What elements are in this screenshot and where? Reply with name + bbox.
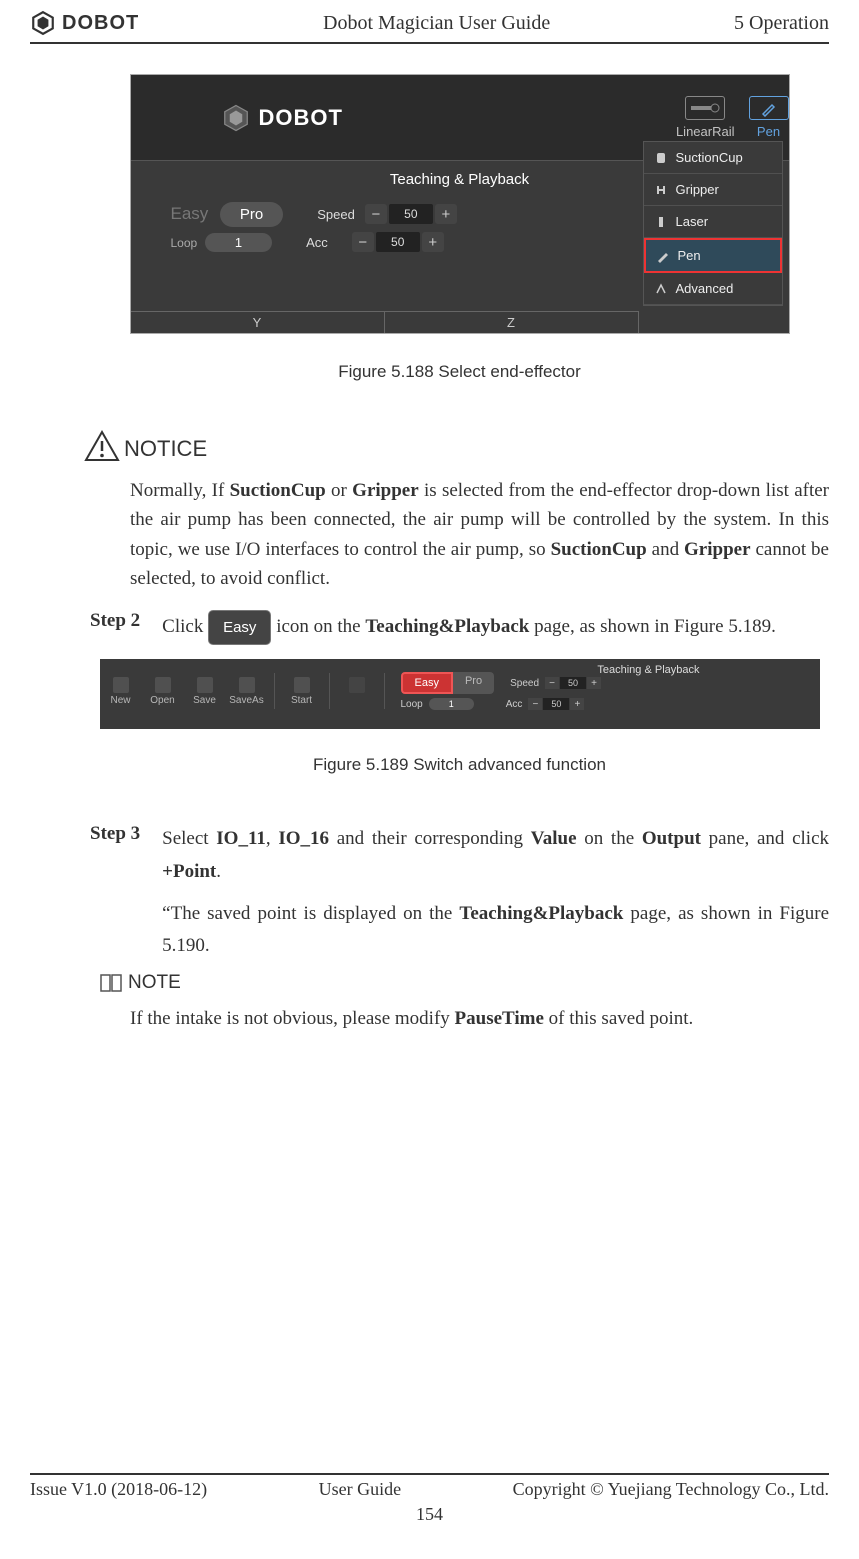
header-section: 5 Operation (734, 12, 829, 35)
loop-value[interactable]: 1 (205, 233, 272, 252)
brand-text: DOBOT (62, 12, 139, 35)
minus-icon[interactable]: − (365, 204, 387, 224)
axis-row: Y Z (131, 311, 639, 333)
header-title: Dobot Magician User Guide (323, 12, 550, 35)
hex-logo-icon (221, 103, 251, 133)
dobot-logo-icon (30, 10, 56, 36)
save-button[interactable]: Save (184, 677, 226, 706)
gripper-icon (654, 183, 668, 197)
dd-laser[interactable]: Laser (644, 206, 782, 238)
figure-screenshot-2: Teaching & Playback New Open Save SaveAs… (100, 659, 820, 729)
page-footer: Issue V1.0 (2018-06-12) User Guide Copyr… (30, 1473, 829, 1525)
plus-icon[interactable]: + (435, 204, 457, 224)
easy-label[interactable]: Easy (171, 204, 209, 223)
pen-icon (760, 99, 778, 117)
stop-button[interactable] (336, 677, 378, 706)
laser-icon (654, 215, 668, 229)
warning-icon (84, 430, 120, 462)
start-button[interactable]: Start (281, 677, 323, 706)
speed-stepper[interactable]: − 50 + (365, 204, 457, 224)
figure-caption-1: Figure 5.188 Select end-effector (90, 362, 829, 382)
figure-screenshot-1: DOBOT LinearRail Pen Teaching & Playback… (130, 74, 790, 334)
linear-rail-button[interactable]: LinearRail (676, 96, 735, 139)
pro-pill[interactable]: Pro (220, 202, 283, 227)
page-header: DOBOT Dobot Magician User Guide 5 Operat… (30, 0, 829, 44)
note-paragraph: If the intake is not obvious, please mod… (130, 1004, 829, 1033)
dd-gripper[interactable]: Gripper (644, 174, 782, 206)
open-button[interactable]: Open (142, 677, 184, 706)
panel-title-2: Teaching & Playback (597, 661, 699, 679)
app-logo: DOBOT (221, 103, 343, 133)
new-button[interactable]: New (100, 677, 142, 706)
speed-label: Speed (317, 207, 355, 222)
plus-icon[interactable]: + (422, 232, 444, 252)
advanced-icon (654, 282, 668, 296)
acc-label: Acc (306, 235, 328, 250)
pen-button[interactable]: Pen (749, 96, 789, 139)
notice-heading: NOTICE (84, 430, 829, 462)
loop-label: Loop (171, 236, 198, 250)
footer-issue: Issue V1.0 (2018-06-12) (30, 1479, 207, 1500)
saveas-button[interactable]: SaveAs (226, 677, 268, 706)
step-3: Step 3 Select IO_11, IO_16 and their cor… (90, 823, 829, 962)
linear-rail-icon (690, 101, 720, 115)
step-2: Step 2 Click Easy icon on the Teaching&P… (90, 610, 829, 646)
dd-suctioncup[interactable]: SuctionCup (644, 142, 782, 174)
note-icon (100, 974, 122, 992)
effector-dropdown[interactable]: SuctionCup Gripper Laser Pen Advanced (643, 141, 783, 306)
notice-paragraph: Normally, If SuctionCup or Gripper is se… (130, 476, 829, 594)
note-heading: NOTE (100, 972, 829, 994)
easy-pro-toggle[interactable]: Easy Pro (401, 672, 495, 694)
minus-icon[interactable]: − (352, 232, 374, 252)
footer-copyright: Copyright © Yuejiang Technology Co., Ltd… (513, 1479, 829, 1500)
dd-pen[interactable]: Pen (644, 238, 782, 273)
suction-icon (654, 151, 668, 165)
brand-logo: DOBOT (30, 10, 139, 36)
page-number: 154 (30, 1500, 829, 1525)
acc-stepper[interactable]: − 50 + (352, 232, 444, 252)
footer-title: User Guide (319, 1479, 401, 1500)
figure-caption-2: Figure 5.189 Switch advanced function (90, 755, 829, 775)
easy-inline-button: Easy (208, 610, 271, 646)
dd-advanced[interactable]: Advanced (644, 273, 782, 305)
pen-icon (656, 249, 670, 263)
